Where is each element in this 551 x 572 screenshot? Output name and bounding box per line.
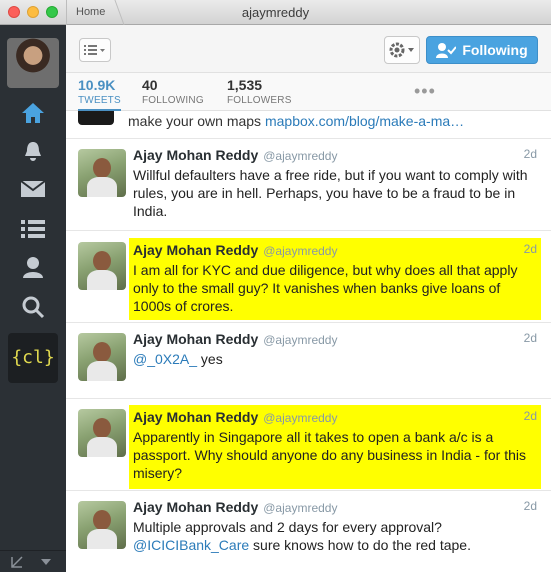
list-icon xyxy=(21,220,45,238)
settings-button[interactable] xyxy=(384,36,420,64)
following-label: FOLLOWING xyxy=(142,95,204,106)
tweets-count: 10.9K xyxy=(78,77,116,93)
followers-label: FOLLOWERS xyxy=(227,95,292,106)
tweets-label: TWEETS xyxy=(78,95,121,106)
tweet-link[interactable]: mapbox.com/blog/make-a-ma… xyxy=(265,113,464,129)
tweet-timestamp[interactable]: 2d xyxy=(524,409,537,423)
tweet-text: make your own maps mapbox.com/blog/make-… xyxy=(128,113,464,129)
gear-icon xyxy=(389,42,414,58)
tweet-body: Ajay Mohan Reddy @ajaymreddy 2d Apparentl… xyxy=(129,405,541,489)
sidebar: {cl} xyxy=(0,25,66,572)
sidebar-item-home[interactable] xyxy=(0,95,66,131)
chevron-down-icon xyxy=(41,559,51,565)
sidebar-item-profile[interactable] xyxy=(0,249,66,285)
tweet-author-name[interactable]: Ajay Mohan Reddy xyxy=(133,331,258,347)
tab-followers[interactable]: 1,535 FOLLOWERS xyxy=(227,77,292,106)
compose-icon xyxy=(11,556,23,568)
tweet-author-name[interactable]: Ajay Mohan Reddy xyxy=(133,242,258,258)
tweet-text: Willful defaulters have a free ride, but… xyxy=(133,167,528,219)
tweet-text: Multiple approvals and 2 days for every … xyxy=(133,518,537,554)
following-button[interactable]: Following xyxy=(426,36,538,64)
tweet-item[interactable]: Ajay Mohan Reddy @ajaymreddy 2d Apparentl… xyxy=(66,399,551,491)
tweet-author-handle[interactable]: @ajaymreddy xyxy=(263,333,337,347)
tweet-timestamp[interactable]: 2d xyxy=(524,499,537,513)
search-icon xyxy=(22,296,45,319)
tweet-text-part: sure knows how to do the red tape. xyxy=(249,537,471,553)
tab-tweets[interactable]: 10.9K TWEETS xyxy=(78,77,121,111)
person-check-icon xyxy=(436,43,457,58)
tweet-body: Ajay Mohan Reddy @ajaymreddy 2d Willful d… xyxy=(129,143,541,227)
sidebar-item-lists[interactable] xyxy=(0,211,66,247)
tweet-item[interactable]: Ajay Mohan Reddy @ajaymreddy 2d Multiple … xyxy=(66,491,551,572)
avatar[interactable] xyxy=(78,242,126,290)
following-button-label: Following xyxy=(462,42,528,58)
tweet-author-name[interactable]: Ajay Mohan Reddy xyxy=(133,499,258,515)
sidebar-item-messages[interactable] xyxy=(0,171,66,207)
tweet-author-handle[interactable]: @ajaymreddy xyxy=(263,411,337,425)
tweet-mention[interactable]: @_0X2A_ xyxy=(133,351,197,367)
profile-avatar[interactable] xyxy=(7,38,59,88)
home-icon xyxy=(22,103,44,123)
tweet-timestamp[interactable]: 2d xyxy=(524,331,537,345)
tweet-mention[interactable]: @ICICIBank_Care xyxy=(133,537,249,553)
app-icon-cl[interactable]: {cl} xyxy=(8,333,58,383)
tweet-author-handle[interactable]: @ajaymreddy xyxy=(263,244,337,258)
tweet-body: Ajay Mohan Reddy @ajaymreddy 2d Multiple … xyxy=(129,495,541,565)
bell-icon xyxy=(25,142,41,161)
avatar[interactable] xyxy=(78,333,126,381)
tweet-text: @_0X2A_ yes xyxy=(133,350,537,368)
tweet-item[interactable]: Ajay Mohan Reddy @ajaymreddy 2d @_0X2A_ y… xyxy=(66,323,551,399)
sidebar-item-notifications[interactable] xyxy=(0,133,66,169)
profile-stats: 10.9K TWEETS 40 FOLLOWING 1,535 FOLLOWER… xyxy=(66,73,551,111)
list-menu-icon xyxy=(84,45,105,55)
tweet-author-name[interactable]: Ajay Mohan Reddy xyxy=(133,147,258,163)
sidebar-footer xyxy=(0,550,66,572)
tweet-body: Ajay Mohan Reddy @ajaymreddy 2d I am all … xyxy=(129,238,541,320)
envelope-icon xyxy=(20,180,46,197)
tweet-timestamp[interactable]: 2d xyxy=(524,242,537,256)
person-icon xyxy=(23,257,43,278)
profile-toolbar: Following xyxy=(66,25,551,73)
tweet-partial[interactable]: make your own maps mapbox.com/blog/make-… xyxy=(66,111,551,139)
avatar[interactable] xyxy=(78,501,126,549)
title-bar: ajaymreddy Home xyxy=(0,0,551,25)
tweet-text: Apparently in Singapore all it takes to … xyxy=(133,429,526,481)
tweet-author-handle[interactable]: @ajaymreddy xyxy=(263,149,337,163)
tab-following[interactable]: 40 FOLLOWING xyxy=(142,77,204,106)
tweet-text-part: Multiple approvals and 2 days for every … xyxy=(133,519,442,535)
tweet-text-part: yes xyxy=(197,351,223,367)
tweet-timeline[interactable]: make your own maps mapbox.com/blog/make-… xyxy=(66,111,551,572)
tweet-item[interactable]: Ajay Mohan Reddy @ajaymreddy 2d I am all … xyxy=(66,231,551,323)
tweet-timestamp[interactable]: 2d xyxy=(524,147,537,161)
tweet-author-name[interactable]: Ajay Mohan Reddy xyxy=(133,409,258,425)
sidebar-item-search[interactable] xyxy=(0,289,66,325)
tweet-author-handle[interactable]: @ajaymreddy xyxy=(263,501,337,515)
tweet-text-part: make your own maps xyxy=(128,113,265,129)
home-breadcrumb[interactable]: Home xyxy=(66,0,114,25)
lists-menu-button[interactable] xyxy=(79,38,111,62)
tweet-body: Ajay Mohan Reddy @ajaymreddy 2d @_0X2A_ y… xyxy=(129,327,541,391)
tweet-text: I am all for KYC and due diligence, but … xyxy=(133,262,518,314)
avatar[interactable] xyxy=(78,149,126,197)
tweet-item[interactable]: Ajay Mohan Reddy @ajaymreddy 2d Willful d… xyxy=(66,139,551,231)
followers-count: 1,535 xyxy=(227,77,263,93)
avatar[interactable] xyxy=(78,111,114,125)
avatar[interactable] xyxy=(78,409,126,457)
following-count: 40 xyxy=(142,77,158,93)
more-options-button[interactable]: ••• xyxy=(414,81,436,102)
